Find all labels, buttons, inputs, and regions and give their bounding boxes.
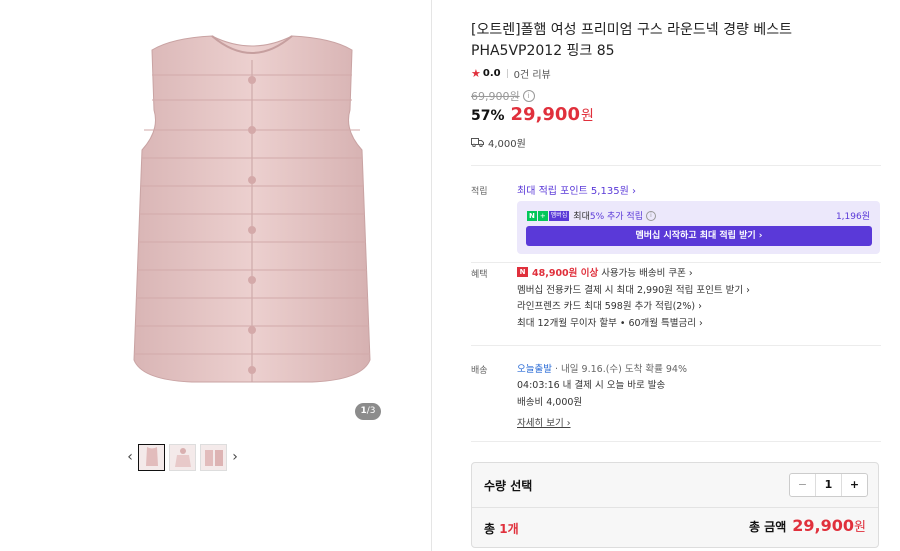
image-counter: 1/3 bbox=[355, 403, 381, 420]
divider bbox=[471, 345, 881, 346]
shipping-fee-row: 4,000원 bbox=[471, 135, 526, 150]
thumbnail-strip: ‹ › bbox=[124, 442, 241, 472]
points-label: 적립 bbox=[471, 187, 488, 197]
membership-text-prefix: 최대 bbox=[573, 212, 590, 222]
divider bbox=[472, 507, 878, 508]
rating-separator bbox=[506, 69, 508, 78]
delivery-eta-row: 오늘출발 · 내일 9.16.(수) 도착 확률 94% bbox=[517, 361, 687, 375]
quantity-stepper: − 1 + bbox=[789, 473, 868, 497]
membership-start-button[interactable]: 멤버십 시작하고 최대 적립 받기 › bbox=[526, 226, 872, 246]
total-count: 총 1개 bbox=[484, 522, 519, 536]
review-count[interactable]: 0건 리뷰 bbox=[514, 66, 551, 81]
sale-price-row: 57% 29,900 원 bbox=[471, 104, 594, 125]
quantity-box: 수량 선택 − 1 + 총 1개 총 금액 29,900 원 bbox=[471, 462, 879, 548]
naver-n-icon: N bbox=[517, 267, 528, 277]
benefit-item[interactable]: 최대 12개월 무이자 할부 • 60개월 특별금리 › bbox=[517, 315, 703, 329]
membership-highlight: 5% 추가 적립 bbox=[589, 212, 643, 222]
minus-icon[interactable]: − bbox=[790, 474, 815, 496]
delivery-label: 배송 bbox=[471, 366, 488, 376]
total-amount-label: 총 금액 bbox=[748, 520, 787, 534]
coupon-amount: 48,900원 이상 bbox=[532, 268, 599, 279]
thumbnail-2[interactable] bbox=[169, 443, 196, 471]
naver-n-icon: N bbox=[527, 210, 537, 221]
truck-icon bbox=[471, 138, 484, 147]
total-amount: 29,900 bbox=[792, 516, 855, 535]
sale-price: 29,900 bbox=[510, 104, 580, 125]
delivery-eta: · 내일 9.16.(수) 도착 확률 94% bbox=[555, 364, 687, 375]
star-icon: ★ bbox=[471, 67, 481, 80]
membership-box: N + 멤버십 최대 5% 추가 적립 i 1,196원 멤버십 시작하고 최대… bbox=[517, 201, 880, 254]
original-price-row: 69,900원 i bbox=[471, 88, 535, 104]
max-points-link[interactable]: 최대 적립 포인트 5,135원 › bbox=[517, 182, 636, 197]
shipping-coupon-link[interactable]: N 48,900원 이상 사용가능 배송비 쿠폰 › bbox=[517, 265, 693, 279]
price-unit: 원 bbox=[580, 108, 594, 124]
product-main-image[interactable] bbox=[112, 30, 392, 395]
divider bbox=[471, 165, 881, 166]
rating-row: ★ 0.0 0건 리뷰 bbox=[471, 66, 551, 81]
membership-row: N + 멤버십 최대 5% 추가 적립 i bbox=[527, 209, 656, 222]
delivery-cutoff: 04:03:16 내 결제 시 오늘 바로 발송 bbox=[517, 380, 666, 391]
info-icon[interactable]: i bbox=[645, 210, 656, 221]
total-amount-unit: 원 bbox=[854, 520, 866, 535]
info-icon[interactable]: i bbox=[522, 90, 535, 102]
plus-badge-icon: + bbox=[537, 210, 548, 221]
benefit-item[interactable]: 멤버십 전용카드 결제 시 최대 2,990원 적립 포인트 받기 › bbox=[517, 282, 750, 296]
quantity-label: 수량 선택 bbox=[484, 479, 533, 493]
divider bbox=[471, 441, 881, 442]
product-title: [오트렌]폴햄 여성 프리미엄 구스 라운드넥 경량 베스트 PHA5VP201… bbox=[471, 22, 792, 59]
thumbnail-3[interactable] bbox=[200, 443, 227, 471]
chevron-right-icon[interactable]: › bbox=[229, 443, 241, 471]
delivery-more-link[interactable]: 자세히 보기 › bbox=[517, 415, 571, 429]
rating-score: 0.0 bbox=[482, 68, 501, 79]
discount-rate: 57% bbox=[471, 108, 505, 124]
shipping-fee: 4,000원 bbox=[488, 139, 526, 150]
original-price: 69,900원 bbox=[471, 90, 520, 103]
membership-badge: 멤버십 bbox=[548, 210, 570, 221]
delivery-fee: 배송비 4,000원 bbox=[517, 397, 583, 408]
divider bbox=[471, 262, 881, 263]
panel-divider bbox=[431, 0, 432, 551]
plus-icon[interactable]: + bbox=[842, 474, 867, 496]
gallery-panel: 1/3 ‹ › bbox=[0, 0, 431, 551]
delivery-type: 오늘출발 bbox=[517, 364, 552, 375]
thumbnail-1[interactable] bbox=[138, 443, 165, 471]
coupon-text: 사용가능 배송비 쿠폰 › bbox=[601, 268, 693, 279]
benefits-label: 혜택 bbox=[471, 270, 488, 280]
total-amount-row: 총 금액 29,900 원 bbox=[749, 516, 866, 535]
quantity-input[interactable]: 1 bbox=[815, 474, 842, 496]
membership-amount: 1,196원 bbox=[835, 212, 870, 222]
benefit-item[interactable]: 라인프렌즈 카드 최대 598원 추가 적립(2%) › bbox=[517, 298, 702, 312]
chevron-left-icon[interactable]: ‹ bbox=[124, 443, 136, 471]
